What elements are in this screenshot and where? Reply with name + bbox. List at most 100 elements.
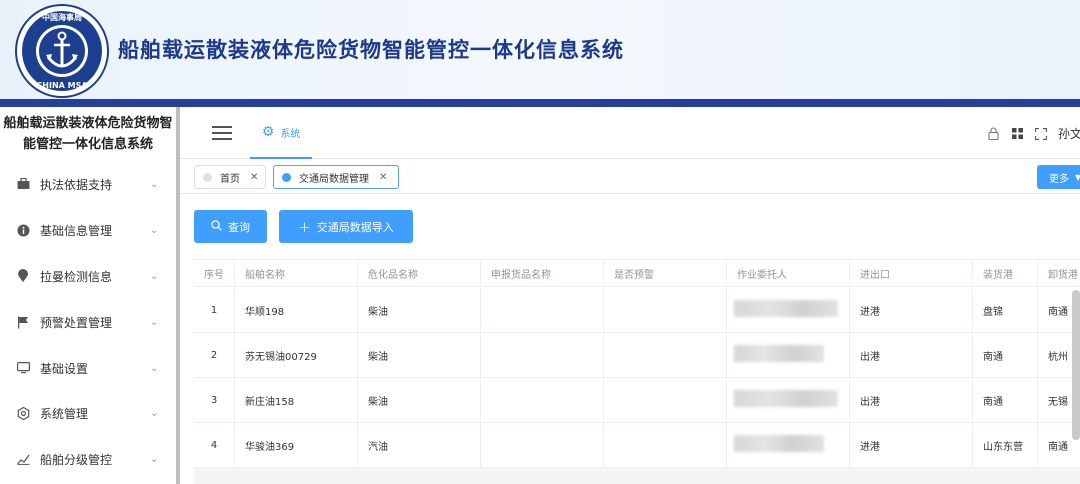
chevron-down-icon: ⌄ — [150, 270, 159, 282]
cell-declared — [481, 423, 604, 467]
chevron-down-icon: ▼ — [1075, 172, 1080, 182]
cell-load-port: 盘锦 — [973, 288, 1038, 332]
sidebar-item-basic-info[interactable]: 基础信息管理 ⌄ — [0, 215, 176, 245]
plus-icon: + — [298, 217, 311, 236]
col-header: 装货港 — [973, 260, 1038, 286]
table-row[interactable]: 4 华骏油369 汽油 进港 山东东营 南通 — [194, 423, 1080, 468]
close-icon[interactable]: ✕ — [379, 172, 387, 183]
cell-direction: 进港 — [850, 423, 973, 467]
redacted-block — [734, 390, 838, 407]
briefcase-icon — [16, 177, 30, 191]
table-row[interactable]: 2 苏无锡油00729 柴油 出港 南通 杭州 — [194, 333, 1080, 378]
chart-icon — [16, 452, 30, 466]
cell-warning — [604, 423, 727, 467]
grid-icon[interactable] — [1010, 127, 1024, 141]
tab-transport-data-label: 交通局数据管理 — [299, 173, 369, 185]
cell-direction: 进港 — [850, 288, 973, 332]
col-header: 申报货品名称 — [481, 260, 604, 286]
gear-icon: ⚙ — [261, 124, 275, 140]
col-header: 船舶名称 — [235, 260, 358, 286]
cell-client — [727, 378, 850, 422]
cell-load-port: 山东东营 — [973, 423, 1038, 467]
sidebar-item-raman-detection[interactable]: 拉曼检测信息 ⌄ — [0, 261, 176, 291]
tab-system[interactable]: ⚙ 系统 — [250, 107, 312, 159]
fullscreen-icon[interactable] — [1034, 127, 1048, 141]
sidebar-item-ship-grading[interactable]: 船舶分级管控 ⌄ — [0, 444, 176, 474]
sidebar-item-label: 预警处置管理 — [40, 315, 113, 330]
tab-dot — [282, 172, 291, 182]
cell-chemical: 柴油 — [358, 288, 481, 332]
banner-divider — [0, 99, 1080, 107]
sidebar-title: 船舶载运散装液体危险货物智能管控一体化信息系统 — [3, 116, 173, 152]
flag-icon — [16, 315, 30, 329]
table-row[interactable]: 1 华顺198 柴油 进港 盘锦 南通 — [194, 288, 1080, 333]
cell-ship: 新庄油158 — [235, 378, 358, 422]
cell-index: 2 — [194, 333, 235, 377]
table-row[interactable]: 3 新庄油158 柴油 出港 南通 无锡 — [194, 378, 1080, 423]
redacted-block — [734, 345, 824, 362]
more-button[interactable]: 更多 ▼ — [1037, 165, 1080, 189]
col-header: 进出口 — [850, 260, 973, 286]
monitor-icon — [16, 361, 30, 375]
tab-system-label: 系统 — [280, 128, 301, 140]
location-pin-icon — [16, 269, 30, 283]
cell-ship: 苏无锡油00729 — [235, 333, 358, 377]
redacted-block — [734, 300, 838, 317]
cell-index: 4 — [194, 423, 235, 467]
cell-client — [727, 288, 850, 332]
top-right-toolbar: 孙文 — [986, 125, 1080, 142]
sidebar-item-label: 船舶分级管控 — [40, 452, 113, 467]
close-icon[interactable]: ✕ — [250, 172, 258, 183]
col-header: 序号 — [194, 260, 235, 286]
table-scrollbar[interactable] — [1072, 290, 1080, 440]
gear-outline-icon — [16, 406, 30, 420]
cell-warning — [604, 378, 727, 422]
cell-chemical: 柴油 — [358, 378, 481, 422]
user-name[interactable]: 孙文 — [1058, 125, 1080, 142]
cell-client — [727, 423, 850, 467]
table-row[interactable] — [194, 468, 1080, 484]
sidebar-item-label: 系统管理 — [40, 406, 89, 421]
data-table: 序号 船舶名称 危化品名称 申报货品名称 是否预警 作业委托人 进出口 装货港 … — [194, 259, 1080, 484]
cell-ship: 华顺198 — [235, 288, 358, 332]
col-header: 作业委托人 — [727, 260, 850, 286]
cell-direction: 出港 — [850, 378, 973, 422]
cell-client — [727, 333, 850, 377]
cell-declared — [481, 378, 604, 422]
import-button[interactable]: + 交通局数据导入 — [279, 210, 413, 243]
tab-home-label: 首页 — [220, 173, 240, 185]
sidebar-item-enforcement-basis[interactable]: 执法依据支持 ⌄ — [0, 169, 176, 199]
sidebar-item-label: 基础设置 — [40, 361, 89, 376]
sidebar-item-system-management[interactable]: 系统管理 ⌄ — [0, 398, 176, 428]
hamburger-menu-icon[interactable] — [212, 126, 232, 140]
sidebar-item-label: 基础信息管理 — [40, 223, 113, 238]
cell-index: 1 — [194, 288, 235, 332]
tags-view-bar: 首页 ✕ 交通局数据管理 ✕ 更多 ▼ — [180, 160, 1080, 194]
cell-index: 3 — [194, 378, 235, 422]
search-icon — [211, 219, 222, 234]
chevron-down-icon: ⌄ — [150, 316, 159, 328]
tab-home[interactable]: 首页 ✕ — [194, 165, 266, 189]
sidebar-item-warning-handling[interactable]: 预警处置管理 ⌄ — [0, 307, 176, 337]
china-msa-logo: 中国海事局 CHINA MSA — [15, 4, 109, 98]
logo-text-top: 中国海事局 — [42, 12, 82, 22]
cell-warning — [604, 333, 727, 377]
banner-title: 船舶载运散装液体危险货物智能管控一体化信息系统 — [118, 38, 624, 62]
app-banner: 中国海事局 CHINA MSA 船舶载运散装液体危险货物智能管控一体化信息系统 — [0, 0, 1080, 100]
query-button[interactable]: 查询 — [194, 210, 267, 243]
sidebar-item-label: 执法依据支持 — [40, 177, 113, 192]
lock-icon[interactable] — [986, 127, 1000, 141]
chevron-down-icon: ⌄ — [150, 224, 159, 236]
cell-ship: 华骏油369 — [235, 423, 358, 467]
cell-load-port: 南通 — [973, 333, 1038, 377]
import-label: 交通局数据导入 — [316, 220, 394, 234]
more-label: 更多 — [1049, 173, 1069, 185]
cell-load-port: 南通 — [973, 378, 1038, 422]
cell-declared — [481, 333, 604, 377]
cell-chemical: 汽油 — [358, 423, 481, 467]
sidebar: 船舶载运散装液体危险货物智能管控一体化信息系统 执法依据支持 ⌄ 基础信息管理 … — [0, 107, 176, 484]
chevron-down-icon: ⌄ — [150, 178, 159, 190]
redacted-block — [734, 435, 824, 452]
sidebar-item-basic-settings[interactable]: 基础设置 ⌄ — [0, 353, 176, 383]
tab-transport-data[interactable]: 交通局数据管理 ✕ — [273, 165, 399, 189]
